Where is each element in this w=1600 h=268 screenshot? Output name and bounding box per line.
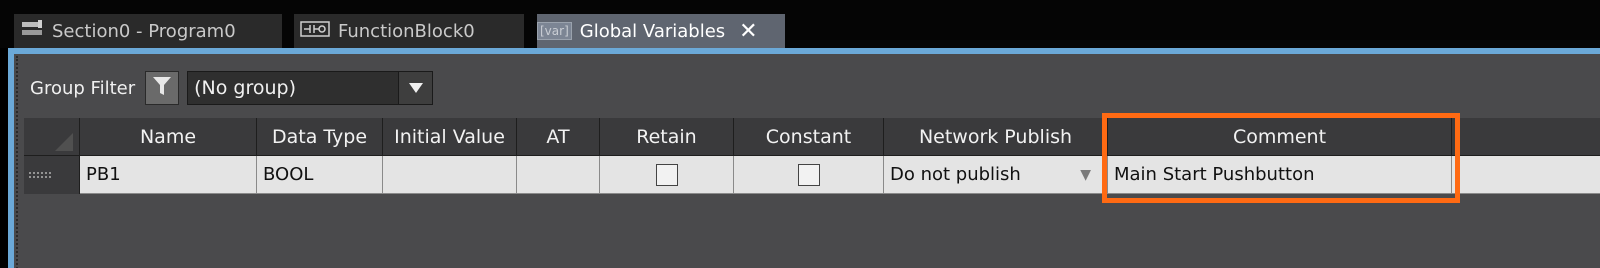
dropdown-arrow-icon[interactable] <box>398 72 433 104</box>
cell-data-type[interactable]: BOOL <box>257 156 383 194</box>
column-header-network-publish[interactable]: Network Publish <box>884 118 1108 156</box>
column-header-retain[interactable]: Retain <box>600 118 734 156</box>
retain-checkbox[interactable] <box>655 163 678 186</box>
variables-icon: [var] <box>537 22 572 40</box>
tab-label: Section0 - Program0 <box>52 20 236 42</box>
column-header-filler <box>1452 118 1600 156</box>
group-filter-bar: Group Filter (No group) <box>22 70 434 106</box>
group-filter-value: (No group) <box>194 77 296 99</box>
column-header-name[interactable]: Name <box>80 118 257 156</box>
cell-network-publish[interactable]: Do not publish ▼ <box>884 156 1108 194</box>
constant-checkbox[interactable] <box>797 163 820 186</box>
column-header-data-type[interactable]: Data Type <box>257 118 383 156</box>
network-publish-value: Do not publish <box>890 164 1021 185</box>
cell-at[interactable] <box>517 156 600 194</box>
group-filter-label: Group Filter <box>30 77 136 99</box>
dropdown-arrow-icon[interactable]: ▼ <box>1080 167 1091 183</box>
tab-functionblock0[interactable]: FunctionBlock0 <box>294 14 524 48</box>
function-block-icon <box>300 20 330 43</box>
column-header-initial-value[interactable]: Initial Value <box>383 118 517 156</box>
cell-constant <box>734 156 884 194</box>
column-header-constant[interactable]: Constant <box>734 118 884 156</box>
tab-global-variables[interactable]: [var] Global Variables ✕ <box>537 14 785 48</box>
filter-button[interactable] <box>145 71 180 105</box>
editor-tab-bar: Section0 - Program0 FunctionBlock0 [var]… <box>0 0 1600 48</box>
tab-label: FunctionBlock0 <box>338 20 475 42</box>
comment-column-highlight <box>1102 113 1460 203</box>
table-corner[interactable] <box>24 118 80 156</box>
filter-icon <box>152 75 172 101</box>
tab-label: Global Variables <box>579 20 726 42</box>
row-selector[interactable] <box>24 156 80 194</box>
cell-initial-value[interactable] <box>383 156 517 194</box>
group-filter-select[interactable]: (No group) <box>187 71 434 105</box>
close-icon[interactable]: ✕ <box>739 19 757 44</box>
cell-retain <box>600 156 734 194</box>
row-filler <box>1452 156 1600 194</box>
ladder-program-icon <box>20 19 44 44</box>
cell-name[interactable]: PB1 <box>80 156 257 194</box>
tab-section0-program0[interactable]: Section0 - Program0 <box>14 14 282 48</box>
column-header-at[interactable]: AT <box>517 118 600 156</box>
